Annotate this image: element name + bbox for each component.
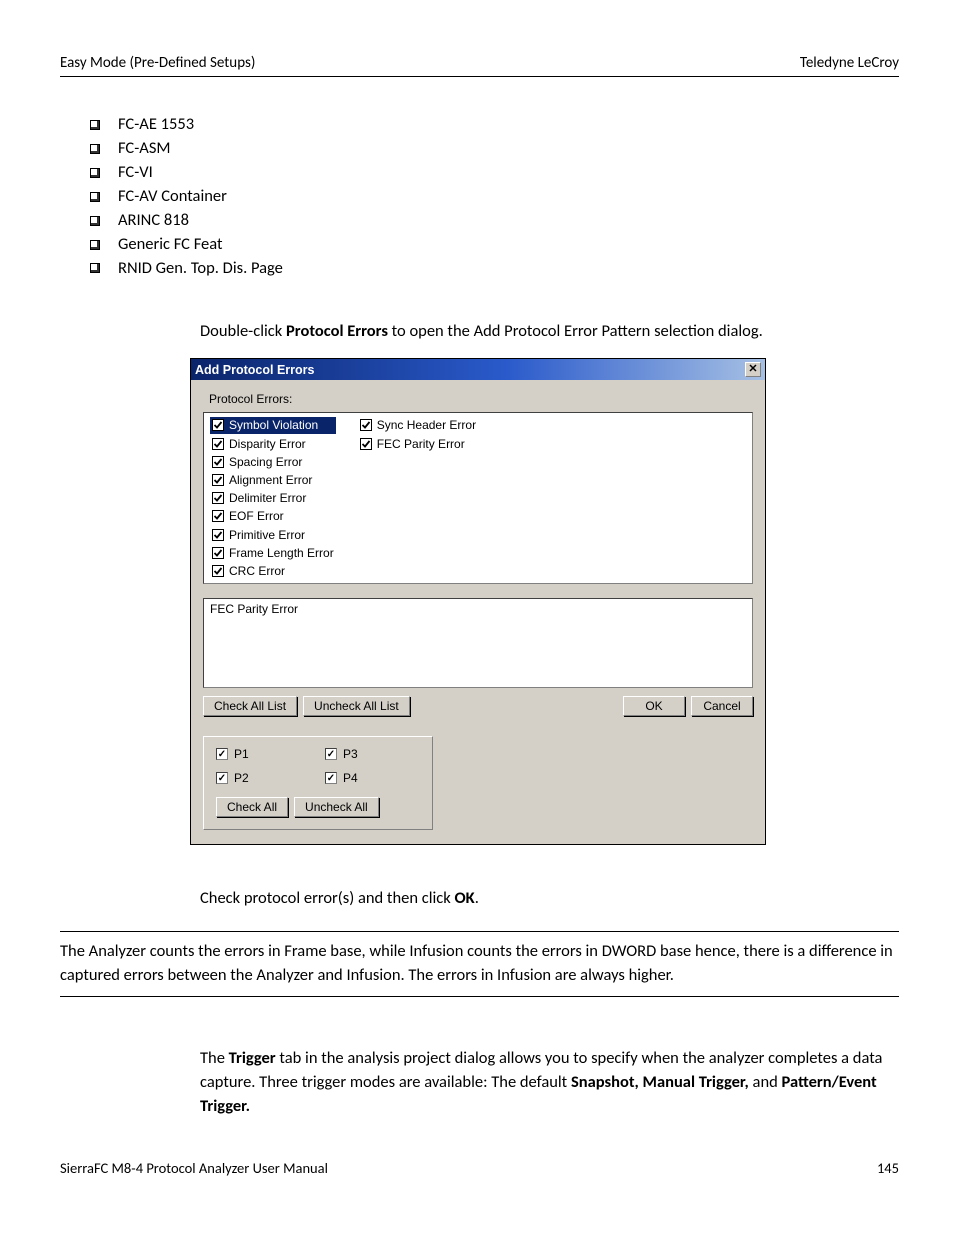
bullet-icon [90,263,100,273]
checkbox-icon [212,456,224,468]
checkbox-label: FEC Parity Error [377,436,465,452]
error-checkbox-item[interactable]: Spacing Error [210,454,336,470]
cancel-button[interactable]: Cancel [691,696,753,716]
checkbox-icon [212,419,224,431]
dialog-title: Add Protocol Errors [195,363,314,377]
protocol-errors-label: Protocol Errors: [209,392,753,406]
note-text: The Analyzer counts the errors in Frame … [60,940,899,988]
bullet-icon [90,240,100,250]
uncheck-all-list-button[interactable]: Uncheck All List [303,696,410,716]
list-item: FC-AV Container [90,185,899,209]
error-checkbox-item[interactable]: CRC Error [210,563,336,579]
close-icon[interactable]: ✕ [745,362,761,377]
description-box: FEC Parity Error [203,598,753,688]
p4-checkbox[interactable]: ✓P4 [325,771,420,785]
error-checkbox-item[interactable]: Delimiter Error [210,490,336,506]
paragraph-check-ok: Check protocol error(s) and then click O… [200,887,899,911]
list-item: FC-VI [90,161,899,185]
checkbox-label: Sync Header Error [377,417,476,433]
checkbox-icon [360,438,372,450]
paragraph-intro: Double-click Protocol Errors to open the… [200,320,899,344]
checkbox-icon [360,419,372,431]
error-checkbox-item[interactable]: Disparity Error [210,436,336,452]
bullet-icon [90,168,100,178]
ok-button[interactable]: OK [623,696,685,716]
check-all-button[interactable]: Check All [216,797,288,817]
checkbox-icon [212,547,224,559]
footer-page: 145 [877,1159,899,1177]
checkbox-label: Primitive Error [229,527,305,543]
list-item: ARINC 818 [90,209,899,233]
p3-checkbox[interactable]: ✓P3 [325,747,420,761]
error-checkbox-item[interactable]: Primitive Error [210,527,336,543]
protocol-bullet-list: FC-AE 1553 FC-ASM FC-VI FC-AV Container … [90,113,899,280]
page-footer: SierraFC M8-4 Protocol Analyzer User Man… [60,1159,899,1177]
page-header: Easy Mode (Pre-Defined Setups) Teledyne … [60,54,899,77]
checkbox-icon [212,529,224,541]
header-right: Teledyne LeCroy [800,54,899,72]
bullet-icon [90,120,100,130]
check-all-list-button[interactable]: Check All List [203,696,297,716]
error-checkbox-item[interactable]: Symbol Violation [210,417,336,433]
error-checkbox-item[interactable]: Alignment Error [210,472,336,488]
checkbox-label: Disparity Error [229,436,306,452]
port-group: ✓P1 ✓P3 ✓P2 ✓P4 Check All Uncheck All [203,736,433,830]
checkbox-icon [212,474,224,486]
add-protocol-errors-dialog: Add Protocol Errors ✕ Protocol Errors: S… [190,358,766,845]
checkbox-icon [212,492,224,504]
checkbox-icon [212,565,224,577]
note-block: The Analyzer counts the errors in Frame … [60,931,899,997]
uncheck-all-button[interactable]: Uncheck All [294,797,379,817]
checkbox-label: CRC Error [229,563,285,579]
checkbox-label: Spacing Error [229,454,302,470]
list-item: FC-AE 1553 [90,113,899,137]
checkbox-label: Delimiter Error [229,490,306,506]
error-checkbox-item[interactable]: FEC Parity Error [358,436,478,452]
list-item: RNID Gen. Top. Dis. Page [90,257,899,281]
bullet-icon [90,144,100,154]
dialog-titlebar: Add Protocol Errors ✕ [191,359,765,380]
error-checkbox-item[interactable]: Sync Header Error [358,417,478,433]
checkbox-label: Symbol Violation [229,417,318,433]
list-item: FC-ASM [90,137,899,161]
checkbox-label: Alignment Error [229,472,312,488]
checkbox-icon [212,510,224,522]
footer-left: SierraFC M8-4 Protocol Analyzer User Man… [60,1159,328,1177]
bullet-icon [90,216,100,226]
error-checkbox-item[interactable]: Frame Length Error [210,545,336,561]
bullet-icon [90,192,100,202]
checkbox-label: Frame Length Error [229,545,334,561]
error-checkbox-item[interactable]: EOF Error [210,508,336,524]
paragraph-trigger: The Trigger tab in the analysis project … [200,1047,899,1119]
checkbox-label: EOF Error [229,508,284,524]
header-left: Easy Mode (Pre-Defined Setups) [60,54,255,72]
list-item: Generic FC Feat [90,233,899,257]
checkbox-icon [212,438,224,450]
p2-checkbox[interactable]: ✓P2 [216,771,311,785]
protocol-errors-listbox[interactable]: Symbol Violation Disparity Error Spacing E… [203,412,753,584]
p1-checkbox[interactable]: ✓P1 [216,747,311,761]
